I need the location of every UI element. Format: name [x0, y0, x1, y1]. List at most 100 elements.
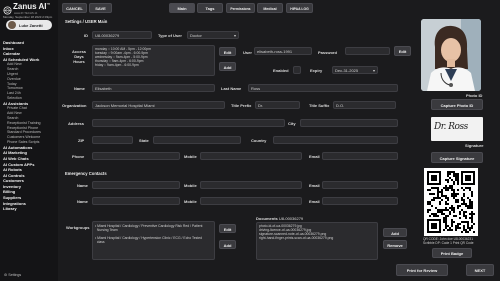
mobile-label: Mobile	[184, 154, 197, 159]
last-name-field[interactable]: Ross	[248, 84, 398, 92]
state-label: State	[139, 138, 149, 143]
city-label: City	[288, 121, 296, 126]
capture-signature-button[interactable]: Capture Signature	[431, 152, 483, 163]
access-edit-button[interactable]: Edit	[219, 47, 236, 56]
cancel-button[interactable]: CANCEL	[62, 3, 87, 13]
title-prefix-label: Title Prefix	[231, 103, 252, 108]
password-edit-button[interactable]: Edit	[394, 46, 411, 56]
workgroup-item[interactable]: • Miami Hospital / Cardiology / Hyperten…	[95, 236, 212, 244]
emergency-email-label-1: Email	[309, 183, 320, 188]
phone-field[interactable]	[92, 152, 180, 160]
workgroups-list[interactable]: • Miami Hospital / Cardiology / Preventi…	[92, 221, 215, 260]
signature-label: Signature	[465, 143, 484, 148]
workgroups-edit-button[interactable]: Edit	[219, 224, 236, 233]
email-field[interactable]	[322, 152, 398, 160]
workgroups-label: Workgroups	[66, 225, 90, 230]
emergency-name-label-1: Name	[77, 183, 88, 188]
zanus-logo-icon	[3, 2, 12, 15]
user-label: User	[243, 50, 252, 55]
datetime: Monday, September 18 2023 2:03pm	[3, 15, 53, 19]
type-select[interactable]: Doctor ▾	[187, 31, 239, 39]
phone-label: Phone	[72, 154, 85, 159]
expiry-field[interactable]: Dec-31-2025 ▾	[332, 66, 378, 74]
password-field[interactable]	[345, 47, 390, 55]
user-chip[interactable]: Luke Zanetti	[6, 20, 52, 30]
user-field[interactable]: elisabeth-ross-1991	[254, 47, 312, 55]
emergency-contacts-title: Emergency Contacts	[65, 171, 107, 176]
emergency-email-field-2[interactable]	[322, 197, 398, 205]
signature-image: Dr. Ross	[431, 117, 483, 141]
id-label: ID	[84, 33, 88, 38]
emergency-email-field-1[interactable]	[322, 181, 398, 189]
type-label: Type of User	[158, 33, 182, 38]
password-label: Password	[318, 50, 337, 55]
address-field[interactable]	[92, 119, 285, 127]
title-prefix-field[interactable]: Dr.	[255, 101, 300, 109]
emergency-name-field-2[interactable]	[92, 197, 180, 205]
save-button[interactable]: SAVE	[89, 3, 112, 13]
name-field[interactable]: Elisabeth	[92, 84, 215, 92]
section-title: Settings / USER Main	[65, 19, 108, 24]
organization-field[interactable]: Jackson Memorial Hospital Miami	[92, 101, 225, 109]
documents-add-button[interactable]: Add	[383, 228, 407, 237]
qr-code-image	[424, 168, 478, 236]
emergency-mobile-label-2: Mobile	[184, 199, 197, 204]
emergency-name-field-1[interactable]	[92, 181, 180, 189]
name-label: Name	[74, 86, 85, 91]
city-field[interactable]	[300, 119, 398, 127]
emergency-mobile-label-1: Mobile	[184, 183, 197, 188]
tab-main[interactable]: Main	[169, 3, 195, 13]
country-field[interactable]	[273, 136, 398, 144]
access-days-hours[interactable]: monday :: 10:00 AM - 5pm - 12:00pm tuesda…	[92, 45, 215, 76]
avatar	[8, 21, 16, 29]
qr-caption-2: Scribble DP: Code 1 Print QR Code	[423, 241, 474, 245]
documents-list[interactable]: photo-id-of-ua-00036279.jpg driving-licen…	[256, 222, 378, 260]
title-suffix-field[interactable]: D.O.	[333, 101, 396, 109]
access-add-button[interactable]: Add	[219, 62, 236, 71]
sidebar: Zanus AI™ www.IP-TECHS.11 Monday, Septem…	[0, 0, 58, 281]
country-label: Country	[251, 138, 267, 143]
address-label: Address	[68, 121, 85, 126]
emergency-name-label-2: Name	[77, 199, 88, 204]
state-field[interactable]	[153, 136, 241, 144]
workgroups-add-button[interactable]: Add	[219, 240, 236, 249]
settings-link[interactable]: ⚙ Settings	[4, 273, 21, 277]
signature-scribble: Dr. Ross	[434, 122, 468, 132]
sidebar-nav: Dashboard Inbox Calendar AI Scheduled Work A…	[3, 40, 57, 212]
organization-label: Organization	[62, 103, 87, 108]
email-label: Email	[309, 154, 320, 159]
emergency-email-label-2: Email	[309, 199, 320, 204]
tab-hipaa-log[interactable]: HIPAA LOG	[286, 3, 313, 13]
zip-field[interactable]	[92, 136, 133, 144]
zip-label: ZIP	[78, 138, 85, 143]
tab-tags[interactable]: Tags	[197, 3, 223, 13]
brand-name: Zanus AI™	[13, 2, 51, 11]
title-suffix-label: Title Suffix	[309, 103, 330, 108]
next-button[interactable]: NEXT	[466, 264, 494, 276]
enabled-checkbox[interactable]	[293, 66, 301, 74]
document-item[interactable]: right-hand-finger-prints-scan-of-ua-0003…	[259, 236, 375, 240]
documents-remove-button[interactable]: Remove	[383, 240, 407, 249]
access-label: Access Days Hours	[72, 49, 87, 64]
sidebar-item-library[interactable]: Library	[3, 206, 57, 212]
chevron-down-icon: ▾	[372, 68, 375, 73]
workgroup-item[interactable]: • Miami Hospital / Cardiology / Preventi…	[95, 224, 212, 232]
photo-id-image	[421, 19, 481, 91]
mobile-field[interactable]	[200, 152, 302, 160]
capture-photo-id-button[interactable]: Capture Photo ID	[431, 99, 483, 110]
tab-medical[interactable]: Medical	[257, 3, 283, 13]
photo-id-label: Photo ID	[466, 93, 483, 98]
user-name: Luke Zanetti	[19, 22, 43, 28]
id-field[interactable]: U8-00036279	[92, 31, 152, 39]
last-name-label: Last Name	[221, 86, 242, 91]
expiry-label: Expiry	[310, 68, 323, 73]
enabled-label: Enabled	[273, 68, 289, 73]
emergency-mobile-field-2[interactable]	[200, 197, 302, 205]
gear-icon: ⚙	[4, 273, 8, 277]
access-schedule-line[interactable]: friday :: 9am-4pm - 6:00-9pm	[95, 63, 212, 67]
emergency-mobile-field-1[interactable]	[200, 181, 302, 189]
documents-label: Documents U8-00036279	[256, 216, 304, 221]
print-badge-button[interactable]: Print Badge	[432, 248, 472, 258]
tab-permissions[interactable]: Permissions	[226, 3, 255, 13]
print-for-review-button[interactable]: Print for Review	[396, 264, 448, 276]
